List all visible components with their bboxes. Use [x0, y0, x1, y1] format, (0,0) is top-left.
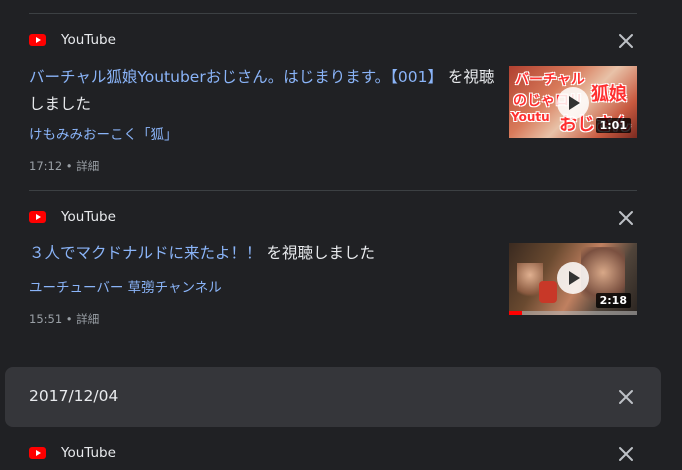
thumbnail-overlay-text: バーチャル — [515, 72, 585, 88]
close-icon[interactable] — [614, 29, 638, 53]
close-icon[interactable] — [614, 385, 638, 409]
date-label: 2017/12/04 — [29, 387, 119, 405]
source-label: YouTube — [61, 445, 116, 461]
channel-link[interactable]: ユーチューバー 草彅チャンネル — [29, 276, 222, 296]
source-label: YouTube — [61, 32, 116, 48]
play-icon — [557, 87, 589, 119]
video-thumbnail[interactable]: 2:18 — [509, 243, 637, 315]
item-meta: 15:51 • 詳細 — [29, 311, 99, 327]
youtube-logo-icon — [29, 34, 46, 46]
activity-feed: YouTube バーチャル狐娘Youtuberおじさん。はじまります。【001】… — [0, 0, 682, 470]
close-icon[interactable] — [614, 442, 638, 466]
activity-title: バーチャル狐娘Youtuberおじさん。はじまります。【001】 を視聴しました — [29, 64, 499, 118]
timestamp: 17:12 — [29, 159, 63, 173]
play-icon — [557, 262, 589, 294]
detail-link[interactable]: 詳細 — [76, 312, 99, 326]
divider — [29, 190, 637, 191]
divider — [29, 13, 637, 14]
meta-separator: • — [62, 159, 77, 173]
meta-separator: • — [62, 312, 77, 326]
detail-link[interactable]: 詳細 — [76, 159, 99, 173]
source-row: YouTube — [29, 207, 116, 227]
thumbnail-image — [539, 281, 557, 303]
video-thumbnail[interactable]: バーチャル のじゃロリ 狐娘 Youtu おじさん 1:01 — [509, 66, 637, 138]
close-icon[interactable] — [614, 206, 638, 230]
timestamp: 15:51 — [29, 312, 63, 326]
source-label: YouTube — [61, 209, 116, 225]
date-group-header: 2017/12/04 — [5, 367, 661, 427]
watch-progress-bar — [509, 311, 637, 315]
video-title-link[interactable]: バーチャル狐娘Youtuberおじさん。はじまります。【001】 — [29, 68, 443, 86]
watch-progress-fill — [509, 311, 522, 315]
duration-badge: 1:01 — [595, 118, 631, 133]
channel-link[interactable]: けもみみおーこく「狐」 — [29, 123, 178, 143]
youtube-logo-icon — [29, 211, 46, 223]
youtube-logo-icon — [29, 447, 46, 459]
duration-badge: 2:18 — [595, 293, 631, 308]
item-meta: 17:12 • 詳細 — [29, 158, 99, 174]
thumbnail-overlay-text: 狐娘 — [591, 84, 627, 105]
watched-suffix: を視聴しました — [261, 244, 375, 262]
activity-title: ３人でマクドナルドに来たよ！！ を視聴しました — [29, 240, 499, 267]
video-title-link[interactable]: ３人でマクドナルドに来たよ！！ — [29, 244, 262, 262]
source-row: YouTube — [29, 443, 116, 463]
source-row: YouTube — [29, 30, 116, 50]
thumbnail-overlay-text: Youtu — [511, 110, 550, 124]
